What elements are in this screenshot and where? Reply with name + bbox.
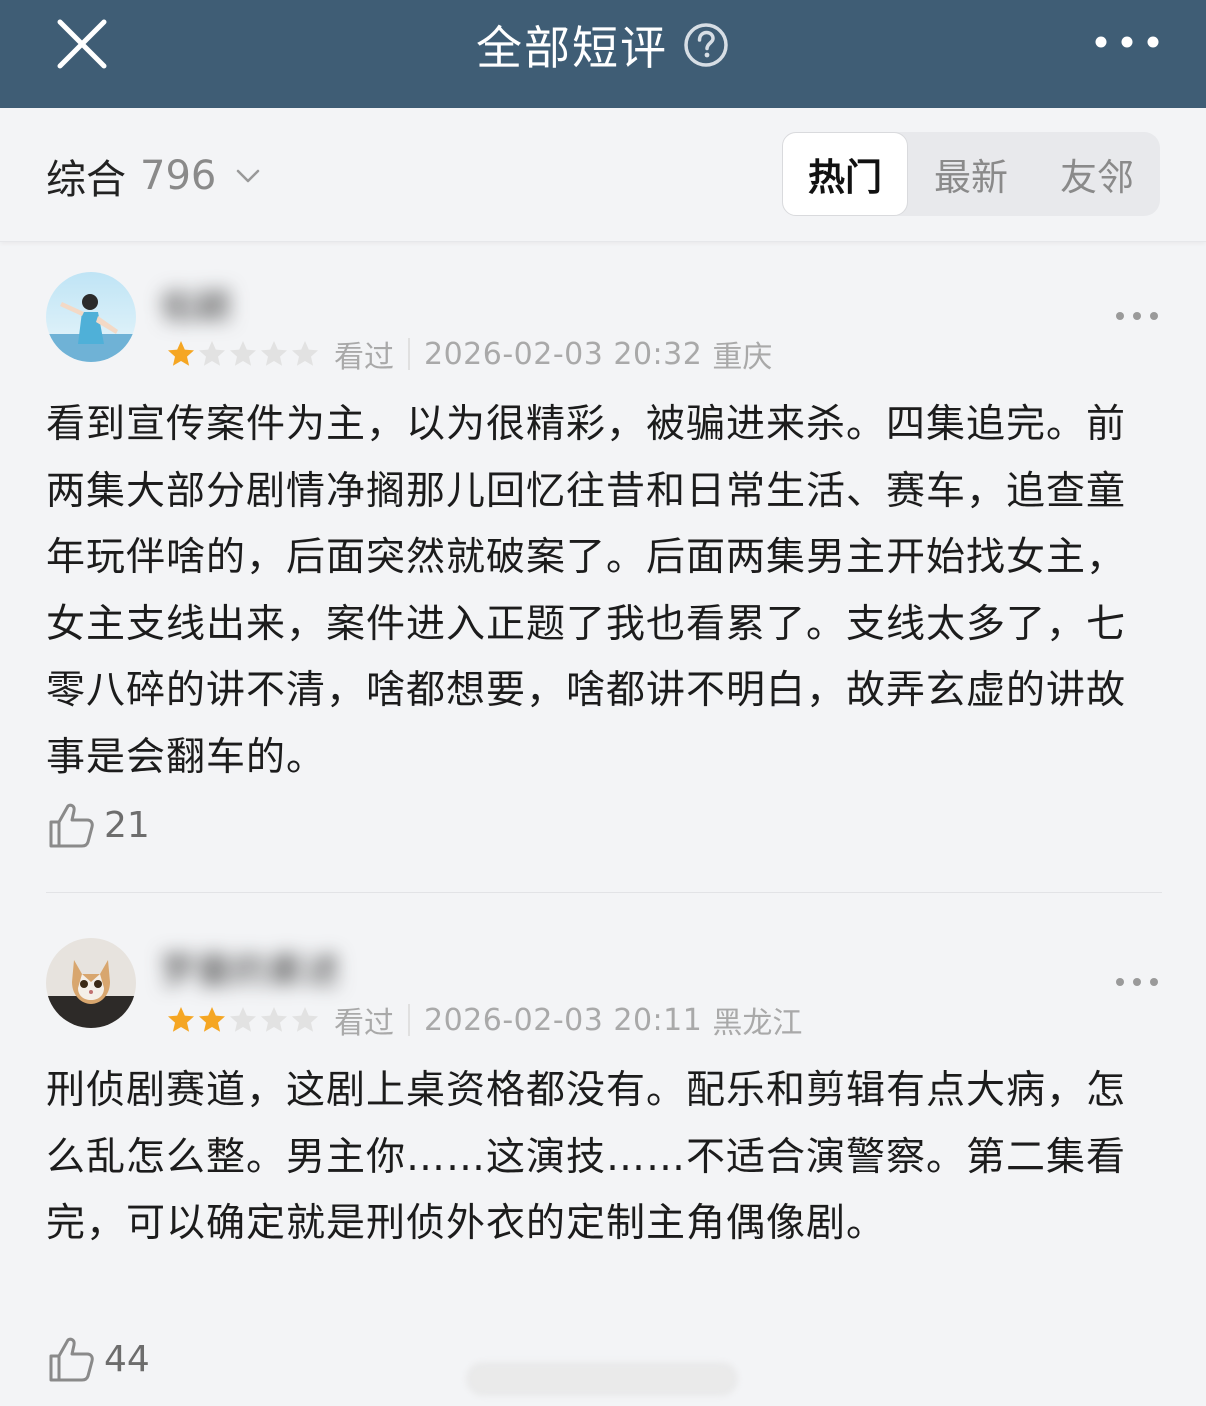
divider <box>408 1004 410 1036</box>
avatar[interactable] <box>46 938 136 1028</box>
review-datetime: 2026-02-03 20:11 <box>424 1002 703 1038</box>
review-region: 黑龙江 <box>712 1006 803 1041</box>
review-more-icon[interactable] <box>1114 972 1160 992</box>
tab-hot[interactable]: 热门 <box>782 132 908 216</box>
review-divider <box>46 892 1162 893</box>
review-datetime: 2026-02-03 20:32 <box>424 336 703 372</box>
title-wrap: 全部短评 <box>0 0 1206 90</box>
avatar-image-icon <box>46 938 136 1028</box>
review-meta: 看过 2026-02-03 20:11 黑龙江 <box>166 1000 803 1041</box>
review-text: 刑侦剧赛道，这剧上桌资格都没有。配乐和剪辑有点大病，怎么乱怎么整。男主你……这演… <box>46 1068 1127 1246</box>
star-empty-icon <box>261 341 287 366</box>
like-button[interactable]: 21 <box>46 800 150 850</box>
like-button[interactable]: 44 <box>46 1334 150 1384</box>
star-empty-icon <box>292 341 318 366</box>
like-count: 44 <box>104 1338 150 1380</box>
home-indicator <box>466 1362 738 1396</box>
star-empty-icon <box>292 1007 318 1032</box>
sort-dropdown[interactable]: 综合 796 <box>46 150 262 203</box>
star-empty-icon <box>261 1007 287 1032</box>
review-text: 看到宣传案件为主，以为很精彩，被骗进来杀。四集追完。前两集大部分剧情净搁那儿回忆… <box>46 402 1127 780</box>
review-count: 796 <box>140 153 217 199</box>
more-options-icon[interactable] <box>1092 22 1162 62</box>
thumbs-up-icon <box>49 803 94 848</box>
review-region: 重庆 <box>712 340 773 375</box>
divider <box>408 338 410 370</box>
tab-latest[interactable]: 最新 <box>908 132 1034 216</box>
like-count: 21 <box>104 804 150 846</box>
star-filled-icon <box>168 1007 194 1032</box>
help-icon[interactable] <box>682 21 730 69</box>
page-title: 全部短评 <box>476 21 668 75</box>
star-empty-icon <box>230 341 256 366</box>
filter-bar: 综合 796 热门 最新 友邻 <box>0 108 1206 242</box>
star-empty-icon <box>199 341 225 366</box>
thumbs-up-icon <box>49 1337 94 1382</box>
rating-stars <box>166 339 320 369</box>
avatar-image-icon <box>46 272 136 362</box>
tab-friends[interactable]: 友邻 <box>1034 132 1160 216</box>
rating-stars <box>166 1005 320 1035</box>
watch-status: 看过 <box>334 340 394 375</box>
sort-tabs: 热门 最新 友邻 <box>782 132 1160 216</box>
review-more-icon[interactable] <box>1114 306 1160 326</box>
username[interactable]: 罗曼的素述 <box>160 942 340 992</box>
username[interactable]: 佑颖 <box>160 278 232 328</box>
sort-label: 综合 <box>46 157 126 203</box>
star-empty-icon <box>230 1007 256 1032</box>
chevron-down-icon <box>237 169 260 183</box>
star-filled-icon <box>199 1007 225 1032</box>
watch-status: 看过 <box>334 1006 394 1041</box>
star-filled-icon <box>168 341 194 366</box>
review-meta: 看过 2026-02-03 20:32 重庆 <box>166 334 773 375</box>
top-nav-bar: 全部短评 <box>0 0 1206 108</box>
avatar[interactable] <box>46 272 136 362</box>
